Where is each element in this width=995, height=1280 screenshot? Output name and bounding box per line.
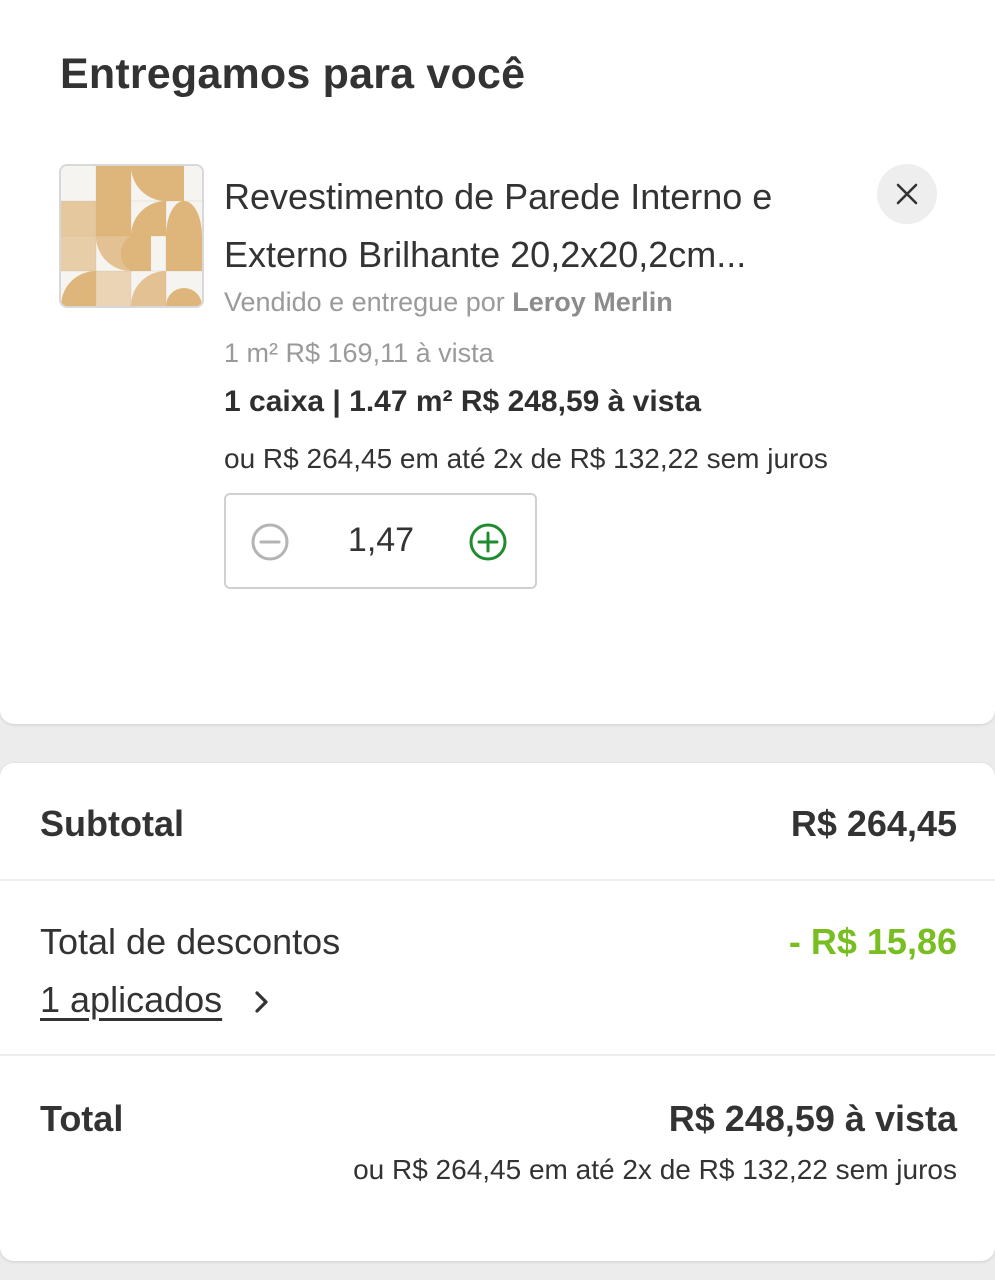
discount-row: Total de descontos - R$ 15,86 1 aplicado… bbox=[0, 881, 995, 1056]
quantity-stepper: 1,47 bbox=[224, 493, 537, 589]
unit-price: 1 m² R$ 169,11 à vista bbox=[224, 338, 494, 368]
total-label: Total bbox=[40, 1098, 124, 1139]
remove-item-button[interactable] bbox=[877, 164, 937, 224]
discount-label: Total de descontos bbox=[40, 921, 341, 962]
quantity-value[interactable]: 1,47 bbox=[316, 521, 446, 560]
product-image[interactable] bbox=[59, 164, 204, 308]
delivery-card: Entregamos para você Revestimento de Par… bbox=[0, 0, 995, 724]
subtotal-row: Subtotal R$ 264,45 bbox=[0, 763, 995, 880]
discount-value: - R$ 15,86 bbox=[788, 921, 957, 962]
seller-name: Leroy Merlin bbox=[512, 287, 673, 317]
section-title: Entregamos para você bbox=[60, 50, 526, 98]
plus-circle-icon[interactable] bbox=[468, 522, 508, 562]
total-installment-info: ou R$ 264,45 em até 2x de R$ 132,22 sem … bbox=[353, 1154, 957, 1185]
subtotal-value: R$ 264,45 bbox=[790, 803, 957, 844]
discounts-applied-link[interactable]: 1 aplicados bbox=[40, 979, 222, 1021]
total-value: R$ 248,59 à vista bbox=[668, 1098, 957, 1139]
seller-prefix: Vendido e entregue por bbox=[224, 287, 513, 317]
order-summary-card: Subtotal R$ 264,45 Total de descontos - … bbox=[0, 763, 995, 1261]
subtotal-label: Subtotal bbox=[40, 803, 184, 844]
close-icon bbox=[896, 183, 918, 205]
product-name-line-1: Revestimento de Parede Interno e bbox=[224, 176, 773, 217]
total-row: Total R$ 248,59 à vista ou R$ 264,45 em … bbox=[0, 1056, 995, 1256]
seller-info: Vendido e entregue por Leroy Merlin bbox=[224, 287, 673, 318]
tile-pattern-image bbox=[61, 166, 202, 306]
box-price: 1 caixa | 1.47 m² R$ 248,59 à vista bbox=[224, 385, 702, 418]
minus-circle-icon[interactable] bbox=[250, 522, 290, 562]
product-name-line-2: Externo Brilhante 20,2x20,2cm... bbox=[224, 234, 747, 275]
chevron-right-icon[interactable] bbox=[251, 987, 273, 1017]
product-name[interactable]: Revestimento de Parede Interno e Externo… bbox=[224, 168, 864, 284]
installment-info: ou R$ 264,45 em até 2x de R$ 132,22 sem … bbox=[224, 443, 828, 474]
